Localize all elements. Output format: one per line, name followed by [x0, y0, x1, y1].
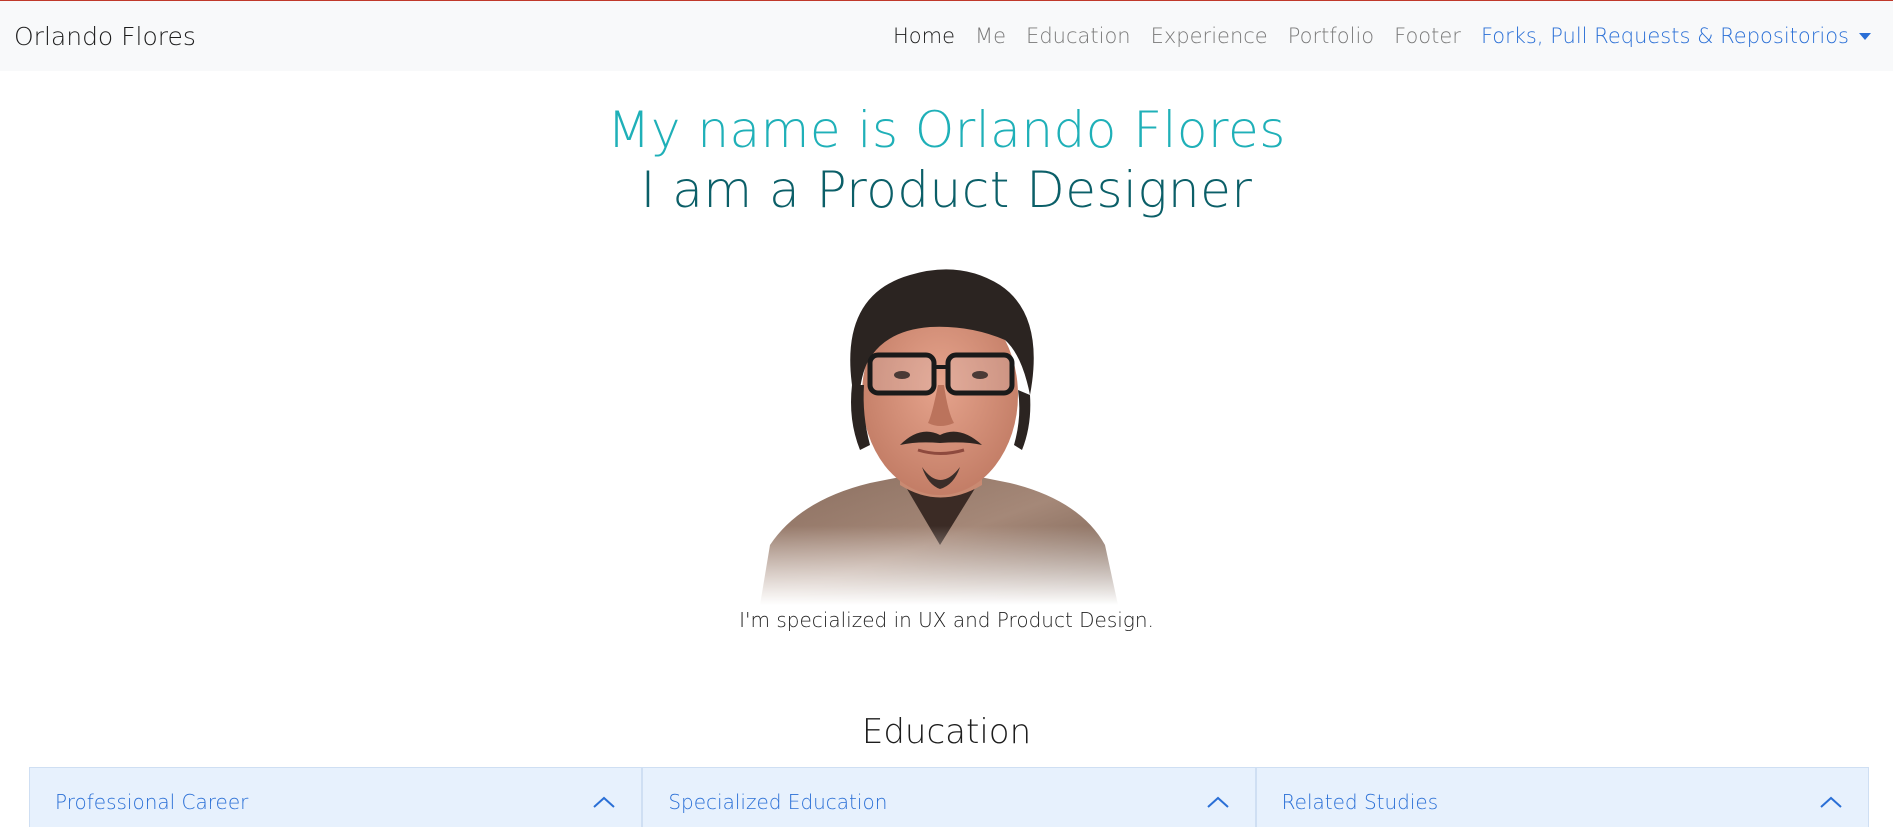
- hero: My name is Orlando Flores I am a Product…: [0, 100, 1893, 220]
- nav-links: Home Me Education Experience Portfolio F…: [883, 24, 1871, 48]
- accordion-related-studies[interactable]: Related Studies: [1255, 767, 1869, 827]
- nav-link-me[interactable]: Me: [965, 24, 1016, 48]
- education-accordion: Professional Career Specialized Educatio…: [29, 767, 1869, 827]
- nav-link-footer[interactable]: Footer: [1384, 24, 1471, 48]
- hero-role-heading: I am a Product Designer: [640, 161, 1253, 219]
- education-section-title: Education: [861, 712, 1032, 752]
- chevron-up-icon: [1206, 796, 1229, 808]
- caret-down-icon: [1859, 32, 1871, 40]
- nav-link-experience[interactable]: Experience: [1141, 24, 1278, 48]
- nav-dropdown-forks[interactable]: Forks, Pull Requests & Repositorios: [1471, 24, 1871, 48]
- nav-dropdown-label: Forks, Pull Requests & Repositorios: [1480, 24, 1849, 48]
- navbar: Orlando Flores Home Me Education Experie…: [0, 1, 1893, 71]
- chevron-up-icon: [593, 796, 615, 808]
- accordion-label: Specialized Education: [668, 789, 888, 814]
- nav-link-portfolio[interactable]: Portfolio: [1278, 24, 1384, 48]
- chevron-up-icon: [1820, 796, 1842, 808]
- nav-link-education[interactable]: Education: [1016, 24, 1141, 48]
- profile-photo: [760, 245, 1118, 605]
- accordion-professional-career[interactable]: Professional Career: [29, 767, 643, 827]
- accordion-specialized-education[interactable]: Specialized Education: [642, 767, 1256, 827]
- hero-tagline: I'm specialized in UX and Product Design…: [739, 608, 1154, 632]
- accordion-label: Professional Career: [55, 789, 249, 814]
- navbar-brand[interactable]: Orlando Flores: [14, 22, 196, 51]
- nav-link-home[interactable]: Home: [883, 24, 965, 48]
- hero-name-heading: My name is Orlando Flores: [607, 101, 1286, 159]
- accordion-label: Related Studies: [1281, 789, 1439, 814]
